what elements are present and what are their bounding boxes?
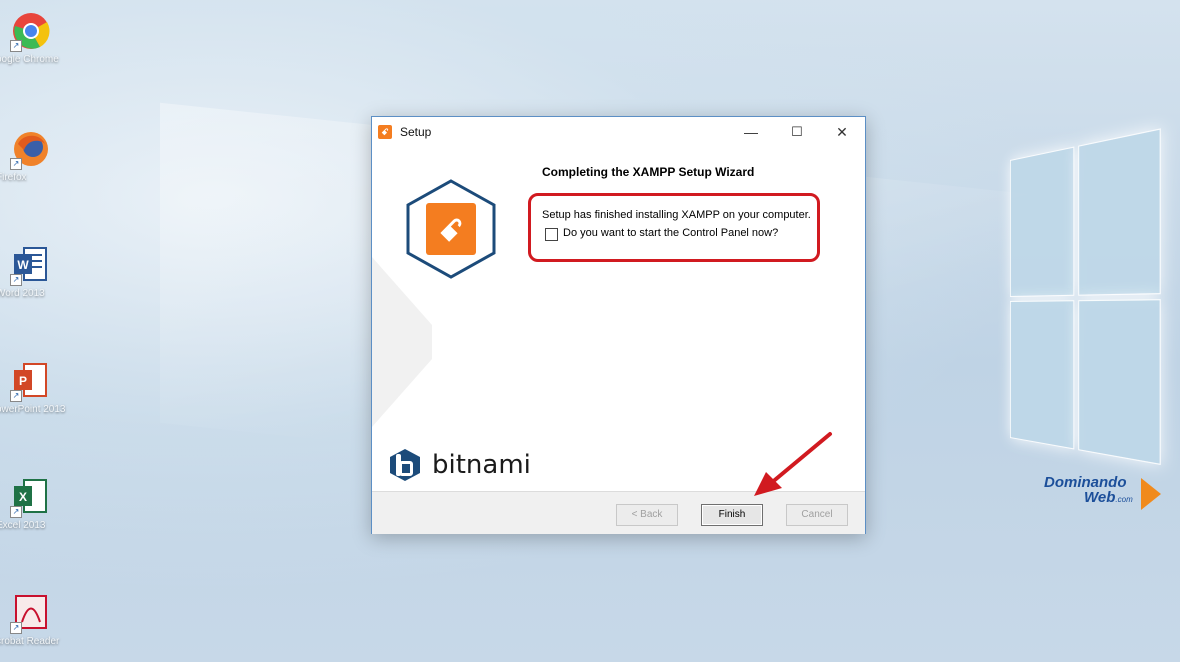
title-bar[interactable]: ꗃ Setup — ☐ ✕ xyxy=(372,117,865,147)
back-button[interactable]: < Back xyxy=(616,504,678,526)
minimize-button[interactable]: — xyxy=(728,117,774,147)
bitnami-icon xyxy=(390,449,420,481)
bitnami-wordmark: bitnami xyxy=(432,450,531,480)
desktop-icon-chrome[interactable]: ↗ oogle Chrome xyxy=(0,12,90,65)
powerpoint-icon: P ↗ xyxy=(10,362,50,402)
chrome-icon: ↗ xyxy=(10,12,50,52)
decorative-shape xyxy=(372,257,432,427)
finish-button[interactable]: Finish xyxy=(701,504,763,526)
windows-logo xyxy=(1010,128,1161,491)
svg-text:ꗃ: ꗃ xyxy=(439,214,463,249)
svg-text:W: W xyxy=(17,258,29,272)
start-control-panel-checkbox[interactable] xyxy=(545,228,558,241)
red-arrow-annotation xyxy=(754,432,832,496)
desktop-icon-acrobat[interactable]: ↗ crobat Reader xyxy=(0,594,90,647)
window-title: Setup xyxy=(400,125,432,139)
xampp-app-icon: ꗃ xyxy=(378,125,392,139)
excel-icon: X ↗ xyxy=(10,478,50,518)
dominandoweb-watermark: Dominando Web.com xyxy=(1036,474,1166,514)
svg-text:X: X xyxy=(19,490,27,504)
svg-text:P: P xyxy=(19,374,27,388)
firefox-icon: ↗ xyxy=(10,130,50,170)
completion-message: Setup has finished installing XAMPP on y… xyxy=(542,209,811,221)
acrobat-icon: ↗ xyxy=(10,594,50,634)
word-icon: W ↗ xyxy=(10,246,50,286)
desktop-icon-firefox[interactable]: ↗ Firefox xyxy=(0,130,90,183)
desktop-icon-excel[interactable]: X ↗ Excel 2013 xyxy=(0,478,90,531)
cancel-button[interactable]: Cancel xyxy=(786,504,848,526)
close-button[interactable]: ✕ xyxy=(819,117,865,147)
maximize-button[interactable]: ☐ xyxy=(774,117,820,147)
desktop-icon-powerpoint[interactable]: P ↗ owerPoint 2013 xyxy=(0,362,90,415)
desktop-icon-word[interactable]: W ↗ Word 2013 xyxy=(0,246,90,299)
wizard-heading: Completing the XAMPP Setup Wizard xyxy=(542,165,755,179)
xampp-logo-icon: ꗃ xyxy=(406,179,496,279)
start-control-panel-label[interactable]: Do you want to start the Control Panel n… xyxy=(563,227,778,239)
